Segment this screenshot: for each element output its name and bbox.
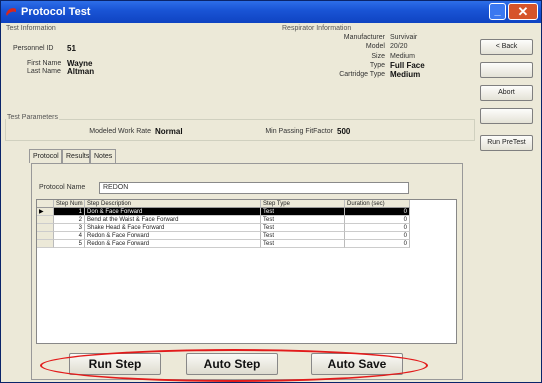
auto-save-button[interactable]: Auto Save [311, 353, 403, 375]
step-num-cell: 4 [54, 232, 85, 240]
duration-cell: 0 [345, 208, 410, 216]
duration-cell: 0 [345, 224, 410, 232]
close-icon[interactable]: ✕ [508, 3, 538, 20]
table-row[interactable]: 4 Redon & Face Forward Test 0 [37, 232, 456, 240]
disabled-button-1[interactable] [480, 62, 533, 78]
back-button[interactable]: < Back [480, 39, 533, 55]
minimize-icon[interactable]: _ [489, 3, 506, 20]
duration-cell: 0 [345, 232, 410, 240]
fitfactor-label: Min Passing FitFactor [265, 128, 333, 135]
step-type-cell: Test [261, 208, 345, 216]
first-name-label: First Name [27, 60, 62, 67]
auto-step-button[interactable]: Auto Step [186, 353, 278, 375]
type-value: Full Face [390, 61, 425, 70]
step-desc-cell: Redon & Face Forward [85, 240, 261, 248]
col-step-type[interactable]: Step Type [261, 200, 345, 208]
protocol-test-window: Protocol Test _ ✕ Test Information Perso… [0, 0, 542, 383]
col-step-description[interactable]: Step Description [85, 200, 261, 208]
step-num-cell: 2 [54, 216, 85, 224]
table-row[interactable]: 5 Redon & Face Forward Test 0 [37, 240, 456, 248]
step-num-cell: 1 [54, 208, 85, 216]
step-type-cell: Test [261, 216, 345, 224]
step-type-cell: Test [261, 224, 345, 232]
duration-cell: 0 [345, 216, 410, 224]
title-bar[interactable]: Protocol Test _ ✕ [1, 1, 541, 23]
run-pretest-button[interactable]: Run PreTest [480, 135, 533, 151]
col-step-num[interactable]: Step Num [54, 200, 85, 208]
last-name-value: Altman [67, 67, 95, 76]
last-name-label: Last Name [27, 68, 61, 75]
row-header [37, 216, 54, 224]
test-info-group-label: Test Information [5, 25, 57, 32]
step-desc-cell: Redon & Face Forward [85, 232, 261, 240]
step-num-cell: 5 [54, 240, 85, 248]
run-step-button[interactable]: Run Step [69, 353, 161, 375]
row-header [37, 224, 54, 232]
model-label: Model [365, 43, 385, 50]
row-header [37, 232, 54, 240]
manufacturer-value: Survivair [390, 34, 418, 41]
step-type-cell: Test [261, 232, 345, 240]
cartridge-type-label: Cartridge Type [339, 71, 385, 78]
row-pointer-icon: ▶ [37, 208, 54, 216]
duration-cell: 0 [345, 240, 410, 248]
app-icon [6, 8, 16, 16]
protocol-name-field[interactable]: REDON [99, 182, 409, 194]
step-desc-cell: Shake Head & Face Forward [85, 224, 261, 232]
size-value: Medium [390, 53, 415, 60]
protocol-name-label: Protocol Name [39, 184, 86, 191]
model-value: 20/20 [390, 43, 408, 50]
col-duration[interactable]: Duration (sec) [345, 200, 410, 208]
tab-protocol[interactable]: Protocol [29, 149, 62, 163]
steps-grid[interactable]: Step Num Step Description Step Type Dura… [36, 199, 457, 344]
respirator-group-label: Respirator Information [281, 25, 353, 32]
tab-notes[interactable]: Notes [90, 149, 116, 163]
window-title: Protocol Test [21, 6, 91, 18]
test-parameters-label: Test Parameters [6, 114, 59, 121]
personnel-id-value: 51 [67, 44, 76, 53]
grid-corner [37, 200, 54, 208]
step-type-cell: Test [261, 240, 345, 248]
abort-button[interactable]: Abort [480, 85, 533, 101]
fitfactor-value: 500 [337, 127, 351, 136]
step-desc-cell: Don & Face Forward [85, 208, 261, 216]
size-label: Size [371, 53, 385, 60]
table-row[interactable]: ▶ 1 Don & Face Forward Test 0 [37, 208, 456, 216]
manufacturer-label: Manufacturer [343, 34, 385, 41]
table-row[interactable]: 3 Shake Head & Face Forward Test 0 [37, 224, 456, 232]
step-desc-cell: Bend at the Waist & Face Forward [85, 216, 261, 224]
disabled-button-2[interactable] [480, 108, 533, 124]
cartridge-type-value: Medium [390, 70, 421, 79]
row-header [37, 240, 54, 248]
personnel-id-label: Personnel ID [13, 45, 54, 52]
work-rate-label: Modeled Work Rate [89, 128, 151, 135]
type-label: Type [369, 62, 385, 69]
work-rate-value: Normal [155, 127, 183, 136]
step-num-cell: 3 [54, 224, 85, 232]
tab-results[interactable]: Results [62, 149, 90, 163]
table-row[interactable]: 2 Bend at the Waist & Face Forward Test … [37, 216, 456, 224]
